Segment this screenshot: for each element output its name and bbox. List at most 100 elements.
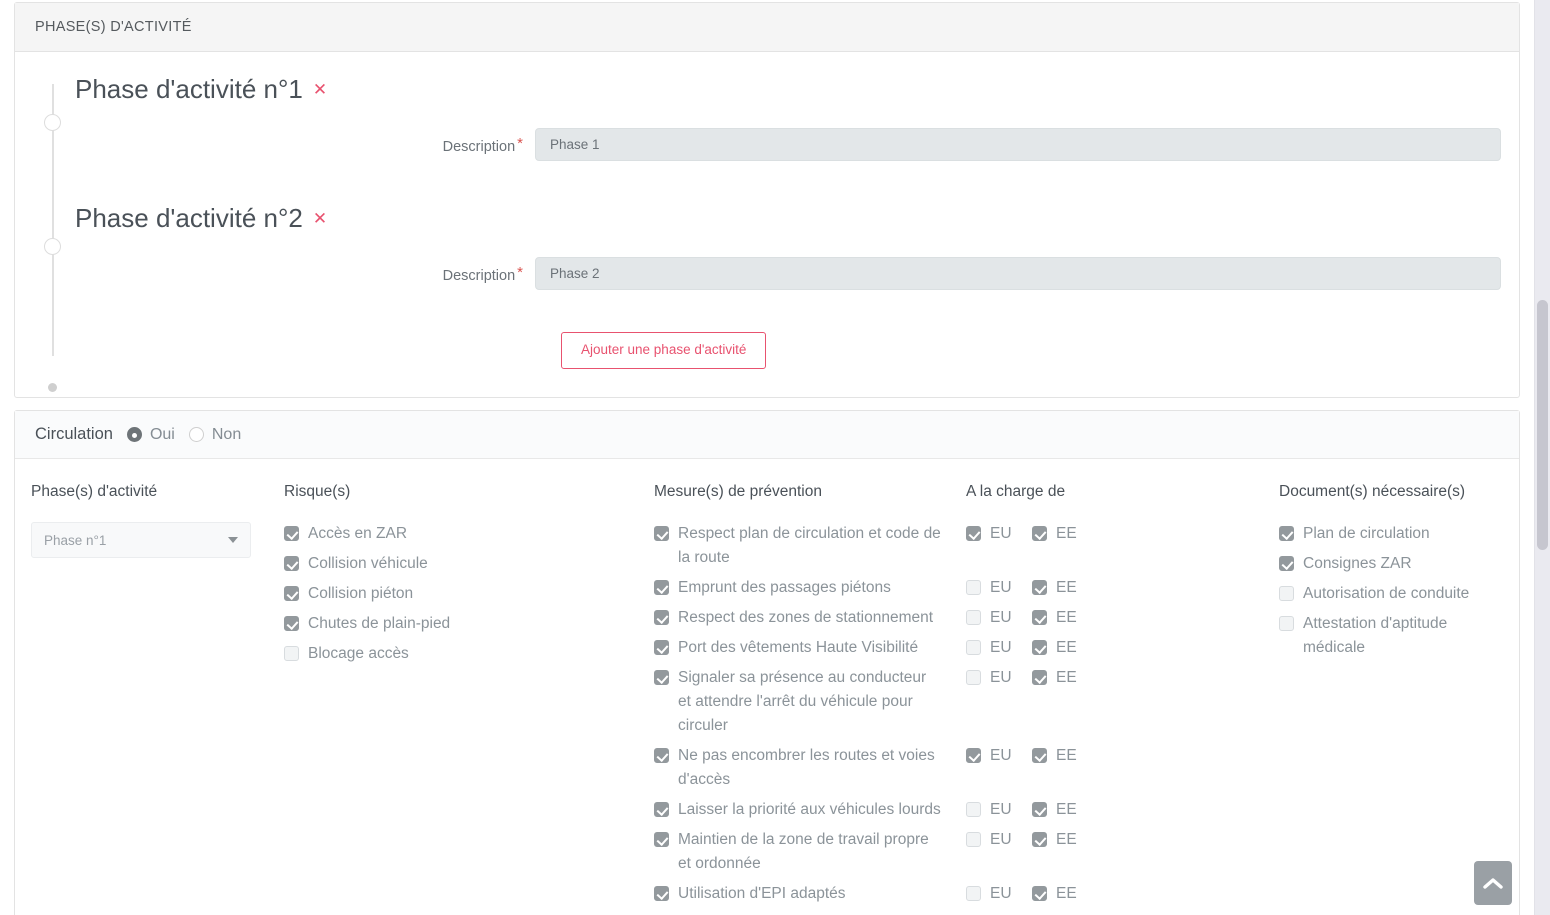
document-checkbox[interactable] bbox=[1279, 586, 1294, 602]
charge-eu-option[interactable]: EU bbox=[966, 606, 1032, 630]
mesure-text-cell[interactable]: Respect des zones de stationnement bbox=[654, 606, 966, 630]
charge-eu-option[interactable]: EU bbox=[966, 576, 1032, 600]
mesure-checkbox[interactable] bbox=[654, 802, 669, 818]
phase-delete-icon-1[interactable]: ✕ bbox=[313, 80, 327, 99]
mesure-text-cell[interactable]: Port des vêtements Haute Visibilité bbox=[654, 636, 966, 660]
mesure-text-cell[interactable]: Maintien de la zone de travail propre et… bbox=[654, 828, 966, 876]
document-label: Consignes ZAR bbox=[1303, 555, 1412, 573]
risk-checkbox[interactable] bbox=[284, 646, 299, 662]
risk-item[interactable]: Collision véhicule bbox=[284, 552, 654, 576]
phase-delete-icon-2[interactable]: ✕ bbox=[313, 209, 327, 228]
mesure-checkbox[interactable] bbox=[654, 886, 669, 902]
phase-2-required-marker: * bbox=[517, 263, 523, 281]
charge-ee-checkbox[interactable] bbox=[1032, 610, 1047, 626]
charge-eu-checkbox[interactable] bbox=[966, 886, 981, 902]
charge-ee-checkbox[interactable] bbox=[1032, 802, 1047, 818]
mesure-text-cell[interactable]: Signaler sa présence au conducteur et at… bbox=[654, 666, 966, 738]
charge-eu-label: EU bbox=[990, 801, 1012, 819]
mesure-row: Maintien de la zone de travail propre et… bbox=[654, 828, 1279, 876]
mesure-label: Ne pas encombrer les routes et voies d'a… bbox=[678, 747, 935, 789]
risk-item[interactable]: Accès en ZAR bbox=[284, 522, 654, 546]
charge-ee-checkbox[interactable] bbox=[1032, 670, 1047, 686]
charge-cell: EU EE bbox=[966, 576, 1279, 600]
charge-eu-option[interactable]: EU bbox=[966, 798, 1032, 822]
document-item[interactable]: Plan de circulation bbox=[1279, 522, 1499, 546]
charge-ee-checkbox[interactable] bbox=[1032, 526, 1047, 542]
risk-item[interactable]: Blocage accès bbox=[284, 642, 654, 666]
matrix-header-phase: Phase(s) d'activité bbox=[31, 483, 158, 501]
phase-1-description-input[interactable] bbox=[535, 128, 1501, 162]
charge-ee-checkbox[interactable] bbox=[1032, 832, 1047, 848]
charge-eu-checkbox[interactable] bbox=[966, 580, 981, 596]
charge-ee-option[interactable]: EE bbox=[1032, 666, 1077, 690]
mesure-checkbox[interactable] bbox=[654, 580, 669, 596]
page-scrollbar-thumb[interactable] bbox=[1537, 300, 1548, 550]
charge-ee-label: EE bbox=[1056, 831, 1077, 849]
document-item[interactable]: Consignes ZAR bbox=[1279, 552, 1499, 576]
phase-2-description-input[interactable] bbox=[535, 257, 1501, 291]
risk-checkbox[interactable] bbox=[284, 526, 299, 542]
charge-ee-checkbox[interactable] bbox=[1032, 580, 1047, 596]
charge-ee-option[interactable]: EE bbox=[1032, 882, 1077, 906]
add-phase-button[interactable]: Ajouter une phase d'activité bbox=[561, 332, 767, 370]
risk-label: Collision véhicule bbox=[308, 555, 428, 573]
risk-checkbox[interactable] bbox=[284, 586, 299, 602]
document-checkbox[interactable] bbox=[1279, 616, 1294, 632]
charge-eu-option[interactable]: EU bbox=[966, 636, 1032, 660]
charge-ee-option[interactable]: EE bbox=[1032, 522, 1077, 546]
charge-eu-option[interactable]: EU bbox=[966, 666, 1032, 690]
charge-ee-option[interactable]: EE bbox=[1032, 744, 1077, 768]
circulation-radio-oui[interactable]: Oui bbox=[126, 426, 175, 444]
phase-title-1: Phase d'activité n°1 ✕ bbox=[15, 74, 1519, 105]
mesure-checkbox[interactable] bbox=[654, 610, 669, 626]
mesure-text-cell[interactable]: Laisser la priorité aux véhicules lourds bbox=[654, 798, 966, 822]
charge-ee-label: EE bbox=[1056, 579, 1077, 597]
radio-oui-indicator[interactable] bbox=[126, 427, 142, 443]
charge-eu-checkbox[interactable] bbox=[966, 670, 981, 686]
charge-ee-option[interactable]: EE bbox=[1032, 828, 1077, 852]
document-checkbox[interactable] bbox=[1279, 556, 1294, 572]
charge-eu-checkbox[interactable] bbox=[966, 802, 981, 818]
matrix-header-charge: A la charge de bbox=[966, 483, 1066, 501]
charge-ee-option[interactable]: EE bbox=[1032, 576, 1077, 600]
charge-eu-option[interactable]: EU bbox=[966, 744, 1032, 768]
risk-item[interactable]: Chutes de plain-pied bbox=[284, 612, 654, 636]
charge-ee-option[interactable]: EE bbox=[1032, 636, 1077, 660]
charge-ee-checkbox[interactable] bbox=[1032, 748, 1047, 764]
risk-checkbox[interactable] bbox=[284, 556, 299, 572]
charge-ee-option[interactable]: EE bbox=[1032, 798, 1077, 822]
matrix-header-risks: Risque(s) bbox=[284, 483, 351, 501]
charge-ee-checkbox[interactable] bbox=[1032, 640, 1047, 656]
charge-eu-checkbox[interactable] bbox=[966, 640, 981, 656]
charge-eu-checkbox[interactable] bbox=[966, 748, 981, 764]
mesure-checkbox[interactable] bbox=[654, 832, 669, 848]
mesure-text-cell[interactable]: Utilisation d'EPI adaptés bbox=[654, 882, 966, 906]
phase-block-1: Phase d'activité n°1 ✕ Description * bbox=[15, 74, 1519, 162]
mesure-checkbox[interactable] bbox=[654, 748, 669, 764]
phase-select[interactable]: Phase n°1 bbox=[31, 522, 251, 559]
risk-item[interactable]: Collision piéton bbox=[284, 582, 654, 606]
charge-eu-option[interactable]: EU bbox=[966, 522, 1032, 546]
scroll-to-top-button[interactable] bbox=[1474, 861, 1512, 905]
charge-eu-checkbox[interactable] bbox=[966, 832, 981, 848]
mesure-checkbox[interactable] bbox=[654, 670, 669, 686]
charge-eu-option[interactable]: EU bbox=[966, 828, 1032, 852]
charge-ee-option[interactable]: EE bbox=[1032, 606, 1077, 630]
charge-eu-option[interactable]: EU bbox=[966, 882, 1032, 906]
circulation-radio-non[interactable]: Non bbox=[188, 426, 241, 444]
document-item[interactable]: Attestation d'aptitude médicale bbox=[1279, 612, 1499, 660]
mesure-checkbox[interactable] bbox=[654, 640, 669, 656]
radio-non-indicator[interactable] bbox=[188, 427, 204, 443]
document-item[interactable]: Autorisation de conduite bbox=[1279, 582, 1499, 606]
mesure-text-cell[interactable]: Ne pas encombrer les routes et voies d'a… bbox=[654, 744, 966, 792]
charge-eu-checkbox[interactable] bbox=[966, 610, 981, 626]
document-checkbox[interactable] bbox=[1279, 526, 1294, 542]
mesure-text-cell[interactable]: Emprunt des passages piétons bbox=[654, 576, 966, 600]
mesure-checkbox[interactable] bbox=[654, 526, 669, 542]
charge-eu-checkbox[interactable] bbox=[966, 526, 981, 542]
mesure-text-cell[interactable]: Respect plan de circulation et code de l… bbox=[654, 522, 966, 570]
mesure-row: Laisser la priorité aux véhicules lourds… bbox=[654, 798, 1279, 822]
charge-ee-checkbox[interactable] bbox=[1032, 886, 1047, 902]
page-scrollbar-track[interactable] bbox=[1534, 0, 1550, 915]
risk-checkbox[interactable] bbox=[284, 616, 299, 632]
